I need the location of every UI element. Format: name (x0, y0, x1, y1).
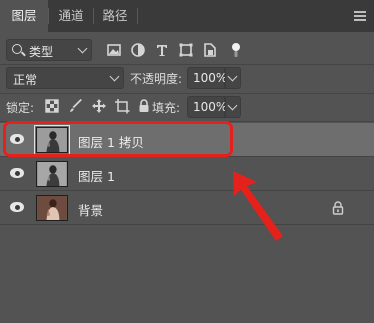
panel-menu-icon[interactable] (354, 11, 366, 21)
divider (0, 64, 374, 65)
visibility-eye-icon[interactable] (10, 168, 24, 178)
fill-slider-button[interactable] (225, 96, 241, 118)
lock-transparent-pixels-icon[interactable] (44, 98, 60, 114)
layer-name[interactable]: 背景 (78, 200, 103, 219)
layer-name[interactable]: 图层 1 (78, 166, 115, 185)
lock-position-icon[interactable] (91, 98, 107, 114)
visibility-eye-icon[interactable] (10, 202, 24, 212)
highlight-box (3, 121, 233, 157)
lock-image-pixels-icon[interactable] (68, 98, 84, 114)
tab-paths[interactable]: 路径 (93, 0, 137, 32)
opacity-input[interactable]: 100% (187, 67, 228, 89)
fill-input[interactable]: 100% (187, 96, 228, 118)
lock-all-icon[interactable] (136, 98, 152, 114)
blend-mode-dropdown[interactable]: 正常 (6, 67, 124, 89)
shape-filter-icon[interactable] (178, 42, 194, 58)
lock-icon[interactable] (332, 201, 344, 215)
chevron-down-icon (109, 71, 120, 82)
chevron-down-icon (227, 71, 238, 82)
layer-thumbnail[interactable] (36, 195, 68, 221)
lock-artboard-icon[interactable] (114, 98, 130, 114)
divider (0, 93, 374, 94)
opacity-slider-button[interactable] (225, 67, 241, 89)
opacity-label: 不透明度: (130, 72, 183, 86)
layer-thumbnail[interactable] (36, 161, 68, 187)
image-filter-icon[interactable] (106, 42, 122, 58)
layer-row-background[interactable]: 背景 (0, 191, 374, 225)
layer-filter-dropdown[interactable]: 类型 (6, 39, 92, 61)
adjustment-filter-icon[interactable] (130, 42, 146, 58)
panel-tab-bar: 图层 通道 路径 (0, 0, 374, 32)
blend-mode-value: 正常 (13, 73, 38, 87)
filter-type-label: 类型 (29, 45, 54, 59)
lock-label: 锁定: (6, 101, 35, 115)
search-icon (12, 44, 22, 54)
smart-object-filter-icon[interactable] (202, 42, 218, 58)
chevron-down-icon (77, 43, 88, 54)
tab-channels[interactable]: 通道 (49, 0, 93, 32)
tab-layers[interactable]: 图层 (0, 0, 48, 32)
layer-row-layer1[interactable]: 图层 1 (0, 157, 374, 191)
tab-divider (137, 8, 138, 24)
type-filter-icon[interactable] (154, 42, 170, 58)
filter-toggle-icon[interactable] (228, 42, 244, 58)
opacity-value: 100% (193, 71, 228, 85)
chevron-down-icon (227, 100, 238, 111)
fill-value: 100% (193, 100, 228, 114)
fill-label: 填充: (152, 101, 181, 115)
